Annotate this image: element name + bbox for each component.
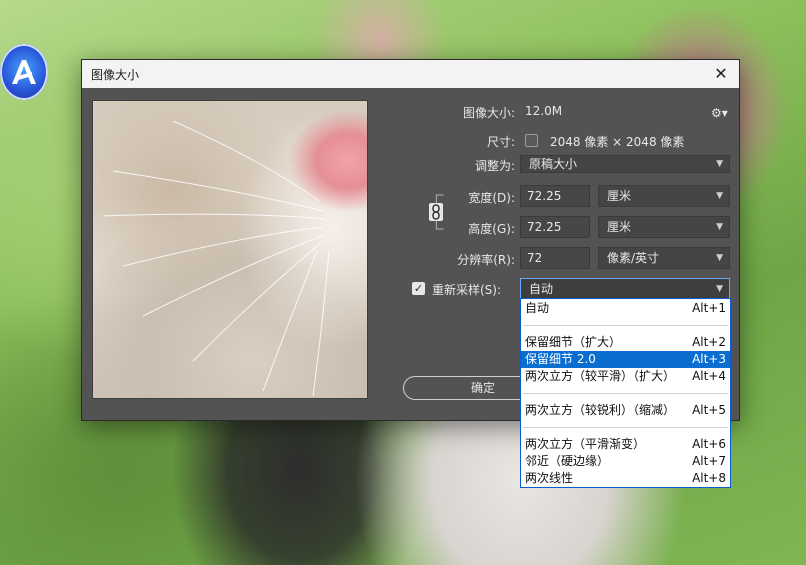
menu-item-auto[interactable]: 自动 Alt+1: [521, 300, 730, 317]
resample-select[interactable]: 自动 ▼: [520, 278, 730, 300]
gear-icon[interactable]: ⚙▾: [711, 106, 728, 120]
width-label: 宽度(D):: [468, 191, 515, 205]
resolution-input[interactable]: 72: [520, 247, 590, 269]
image-size-value: 12.0M: [525, 104, 563, 118]
menu-item-preserve-details-2[interactable]: 保留细节 2.0 Alt+3: [521, 351, 730, 368]
menu-item-bicubic-smooth-gradients[interactable]: 两次立方（平滑渐变） Alt+6: [521, 436, 730, 453]
image-preview[interactable]: [92, 100, 368, 399]
width-unit-value: 厘米: [607, 189, 632, 203]
dimensions-dropdown-icon[interactable]: [525, 134, 538, 147]
app-logo-icon[interactable]: [0, 44, 48, 100]
resample-label: 重新采样(S):: [432, 283, 502, 297]
chevron-down-icon: ▼: [716, 284, 723, 294]
menu-item-bilinear[interactable]: 两次线性 Alt+8: [521, 470, 730, 487]
height-unit-value: 厘米: [607, 220, 632, 234]
menu-separator: [523, 427, 728, 428]
chevron-down-icon: ▼: [716, 159, 723, 169]
constrain-proportions-chain-icon[interactable]: [429, 203, 443, 221]
resample-dropdown-menu: 自动 Alt+1 保留细节（扩大） Alt+2 保留细节 2.0 Alt+3 两次立方…: [520, 298, 731, 488]
height-unit-select[interactable]: 厘米 ▼: [598, 216, 730, 238]
close-icon[interactable]: ✕: [711, 64, 731, 84]
menu-item-nearest-neighbor[interactable]: 邻近（硬边缘） Alt+7: [521, 453, 730, 470]
fit-to-select[interactable]: 原稿大小 ▼: [520, 155, 730, 173]
letter-a-icon: [12, 60, 36, 84]
menu-item-bicubic-smoother[interactable]: 两次立方（较平滑）（扩大） Alt+4: [521, 368, 730, 385]
width-unit-select[interactable]: 厘米 ▼: [598, 185, 730, 207]
fit-to-label: 调整为:: [474, 159, 515, 173]
menu-item-preserve-details[interactable]: 保留细节（扩大） Alt+2: [521, 334, 730, 351]
dimensions-label: 尺寸:: [486, 135, 515, 149]
dialog-titlebar: 图像大小 ✕: [82, 60, 739, 88]
chevron-down-icon: ▼: [716, 222, 723, 232]
resample-checkbox[interactable]: ✓: [412, 282, 425, 295]
dialog-title: 图像大小: [91, 68, 140, 82]
resolution-label: 分辨率(R):: [457, 253, 515, 267]
resample-value: 自动: [529, 282, 554, 296]
menu-separator: [523, 393, 728, 394]
image-size-label: 图像大小:: [462, 106, 515, 120]
resolution-unit-select[interactable]: 像素/英寸 ▼: [598, 247, 730, 269]
height-input[interactable]: 72.25: [520, 216, 590, 238]
resolution-unit-value: 像素/英寸: [607, 251, 660, 265]
menu-separator: [523, 325, 728, 326]
menu-item-bicubic-sharper[interactable]: 两次立方（较锐利）（缩减） Alt+5: [521, 402, 730, 419]
whiskers-preview-image: [102, 120, 330, 397]
chevron-down-icon: ▼: [716, 191, 723, 201]
chevron-down-icon: ▼: [716, 253, 723, 263]
dimensions-value: 2048 像素 × 2048 像素: [550, 135, 685, 149]
fit-to-value: 原稿大小: [529, 157, 578, 171]
height-label: 高度(G):: [468, 222, 515, 236]
width-input[interactable]: 72.25: [520, 185, 590, 207]
